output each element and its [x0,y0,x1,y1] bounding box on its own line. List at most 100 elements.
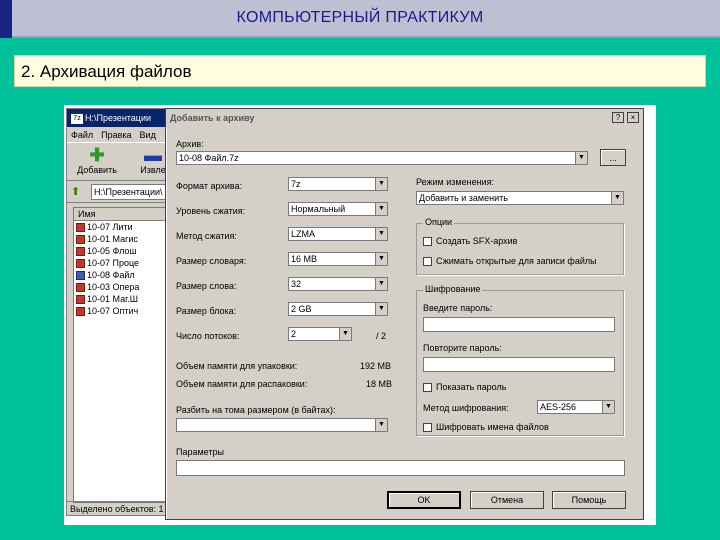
threads-value: 2 [291,329,297,339]
add-button[interactable]: ✚ Добавить [73,145,121,175]
chevron-down-icon[interactable]: ▼ [575,152,587,164]
chevron-down-icon[interactable]: ▼ [375,178,387,190]
up-folder-icon[interactable]: ⬆ [71,185,83,199]
close-button[interactable]: × [627,112,639,123]
checkbox-box[interactable] [423,237,432,247]
password-input[interactable] [423,317,615,332]
dictionary-size-select[interactable]: 16 MB ▼ [288,252,388,266]
chevron-down-icon[interactable]: ▼ [375,203,387,215]
threads-select[interactable]: 2 ▼ [288,327,352,341]
word-size-value: 32 [291,279,302,289]
password-repeat-input[interactable] [423,357,615,372]
dictionary-size-value: 16 MB [291,254,318,264]
chevron-down-icon[interactable]: ▼ [375,278,387,290]
status-bar: Выделено объектов: 1 [67,501,177,515]
chevron-down-icon[interactable]: ▼ [375,228,387,240]
show-password-checkbox[interactable]: Показать пароль [423,382,506,393]
options-group-title: Опции [423,217,455,227]
create-sfx-checkbox[interactable]: Создать SFX-архив [423,236,517,247]
file-name: 10-01 Магис [87,234,138,244]
archive-path-combo[interactable]: 10-08 Файл.7z ▼ [176,151,588,165]
show-password-label: Показать пароль [436,382,507,392]
address-bar: ⬆ Н:\Презентации\ [67,181,177,203]
format-value: 7z [291,179,301,189]
compress-shared-checkbox[interactable]: Сжимать открытые для записи файлы [423,256,597,267]
file-manager-titlebar: 7z Н:\Презентации [67,109,177,127]
list-item[interactable]: 10-07 Лити [74,221,177,233]
compress-shared-label: Сжимать открытые для записи файлы [436,256,597,266]
encrypt-names-checkbox[interactable]: Шифровать имена файлов [423,422,549,433]
compression-method-select[interactable]: LZMA ▼ [288,227,388,241]
chevron-down-icon[interactable]: ▼ [339,328,351,340]
create-sfx-label: Создать SFX-архив [436,236,518,246]
parameters-input[interactable] [176,460,625,476]
file-name: 10-05 Флош [87,246,137,256]
file-icon [76,295,85,305]
checkbox-box[interactable] [423,383,432,393]
chevron-down-icon[interactable]: ▼ [375,303,387,315]
options-group: Опции Создать SFX-архив Сжимать открытые… [416,217,624,275]
list-item[interactable]: 10-05 Флош [74,245,177,257]
list-item[interactable]: 10-01 Маг.Ш [74,293,177,305]
dictionary-size-label: Размер словаря: [176,256,247,266]
slide-title: КОМПЬЮТЕРНЫЙ ПРАКТИКУМ [236,9,484,26]
file-manager-title: Н:\Презентации [85,113,152,123]
menu-edit[interactable]: Правка [101,130,131,140]
compression-method-value: LZMA [291,229,316,239]
encrypt-names-label: Шифровать имена файлов [436,422,549,432]
help-title-button[interactable]: ? [612,112,624,123]
list-item[interactable]: 10-07 Оптич [74,305,177,317]
threads-label: Число потоков: [176,331,240,341]
encryption-method-select[interactable]: AES-256 ▼ [537,400,615,414]
compression-level-select[interactable]: Нормальный ▼ [288,202,388,216]
file-name: 10-08 Файл [87,270,135,280]
add-to-archive-dialog: Добавить к архиву ? × Архив: 10-08 Файл.… [165,108,644,520]
split-volumes-label: Разбить на тома размером (в байтах): [176,405,336,415]
block-size-select[interactable]: 2 GB ▼ [288,302,388,316]
password-label: Введите пароль: [423,303,493,313]
menu-bar: Файл Правка Вид [67,127,177,143]
add-icon: ✚ [89,145,105,165]
memory-compress-value: 192 MB [360,361,392,371]
update-mode-value: Добавить и заменить [419,193,508,203]
dialog-title: Добавить к архиву [170,113,255,123]
update-mode-select[interactable]: Добавить и заменить ▼ [416,191,624,205]
checkbox-box[interactable] [423,423,432,433]
chevron-down-icon[interactable]: ▼ [602,401,614,413]
ok-button[interactable]: OK [387,491,461,509]
block-size-value: 2 GB [291,304,312,314]
file-icon [76,259,85,269]
compression-level-value: Нормальный [291,204,346,214]
word-size-select[interactable]: 32 ▼ [288,277,388,291]
encryption-group: Шифрование Введите пароль: Повторите пар… [416,284,624,436]
memory-compress-label: Объем памяти для упаковки: [176,361,298,371]
file-list: Имя 10-07 Лити 10-01 Магис 10-05 Флош 10… [73,207,177,503]
split-volumes-combo[interactable]: ▼ [176,418,388,432]
list-item[interactable]: 10-01 Магис [74,233,177,245]
chevron-down-icon[interactable]: ▼ [375,253,387,265]
file-name: 10-03 Опера [87,282,140,292]
format-select[interactable]: 7z ▼ [288,177,388,191]
menu-view[interactable]: Вид [140,130,156,140]
file-icon [76,235,85,245]
memory-decompress-value: 18 MB [366,379,393,389]
checkbox-box[interactable] [423,257,432,267]
blue-file-icon [76,271,85,281]
list-item[interactable]: 10-08 Файл [74,269,177,281]
list-item[interactable]: 10-07 Проце [74,257,177,269]
slide-subtitle: 2. Архивация файлов [21,62,192,81]
file-name: 10-01 Маг.Ш [87,294,139,304]
file-name: 10-07 Лити [87,222,133,232]
archive-label: Архив: [176,139,204,149]
cancel-button[interactable]: Отмена [470,491,544,509]
password-repeat-label: Повторите пароль: [423,343,502,353]
chevron-down-icon[interactable]: ▼ [611,192,623,204]
menu-file[interactable]: Файл [71,130,93,140]
word-size-label: Размер слова: [176,281,237,291]
compression-level-label: Уровень сжатия: [176,206,246,216]
browse-button[interactable]: ... [600,149,626,166]
column-header-name[interactable]: Имя [74,208,177,221]
list-item[interactable]: 10-03 Опера [74,281,177,293]
help-button[interactable]: Помощь [552,491,626,509]
chevron-down-icon[interactable]: ▼ [375,419,387,431]
